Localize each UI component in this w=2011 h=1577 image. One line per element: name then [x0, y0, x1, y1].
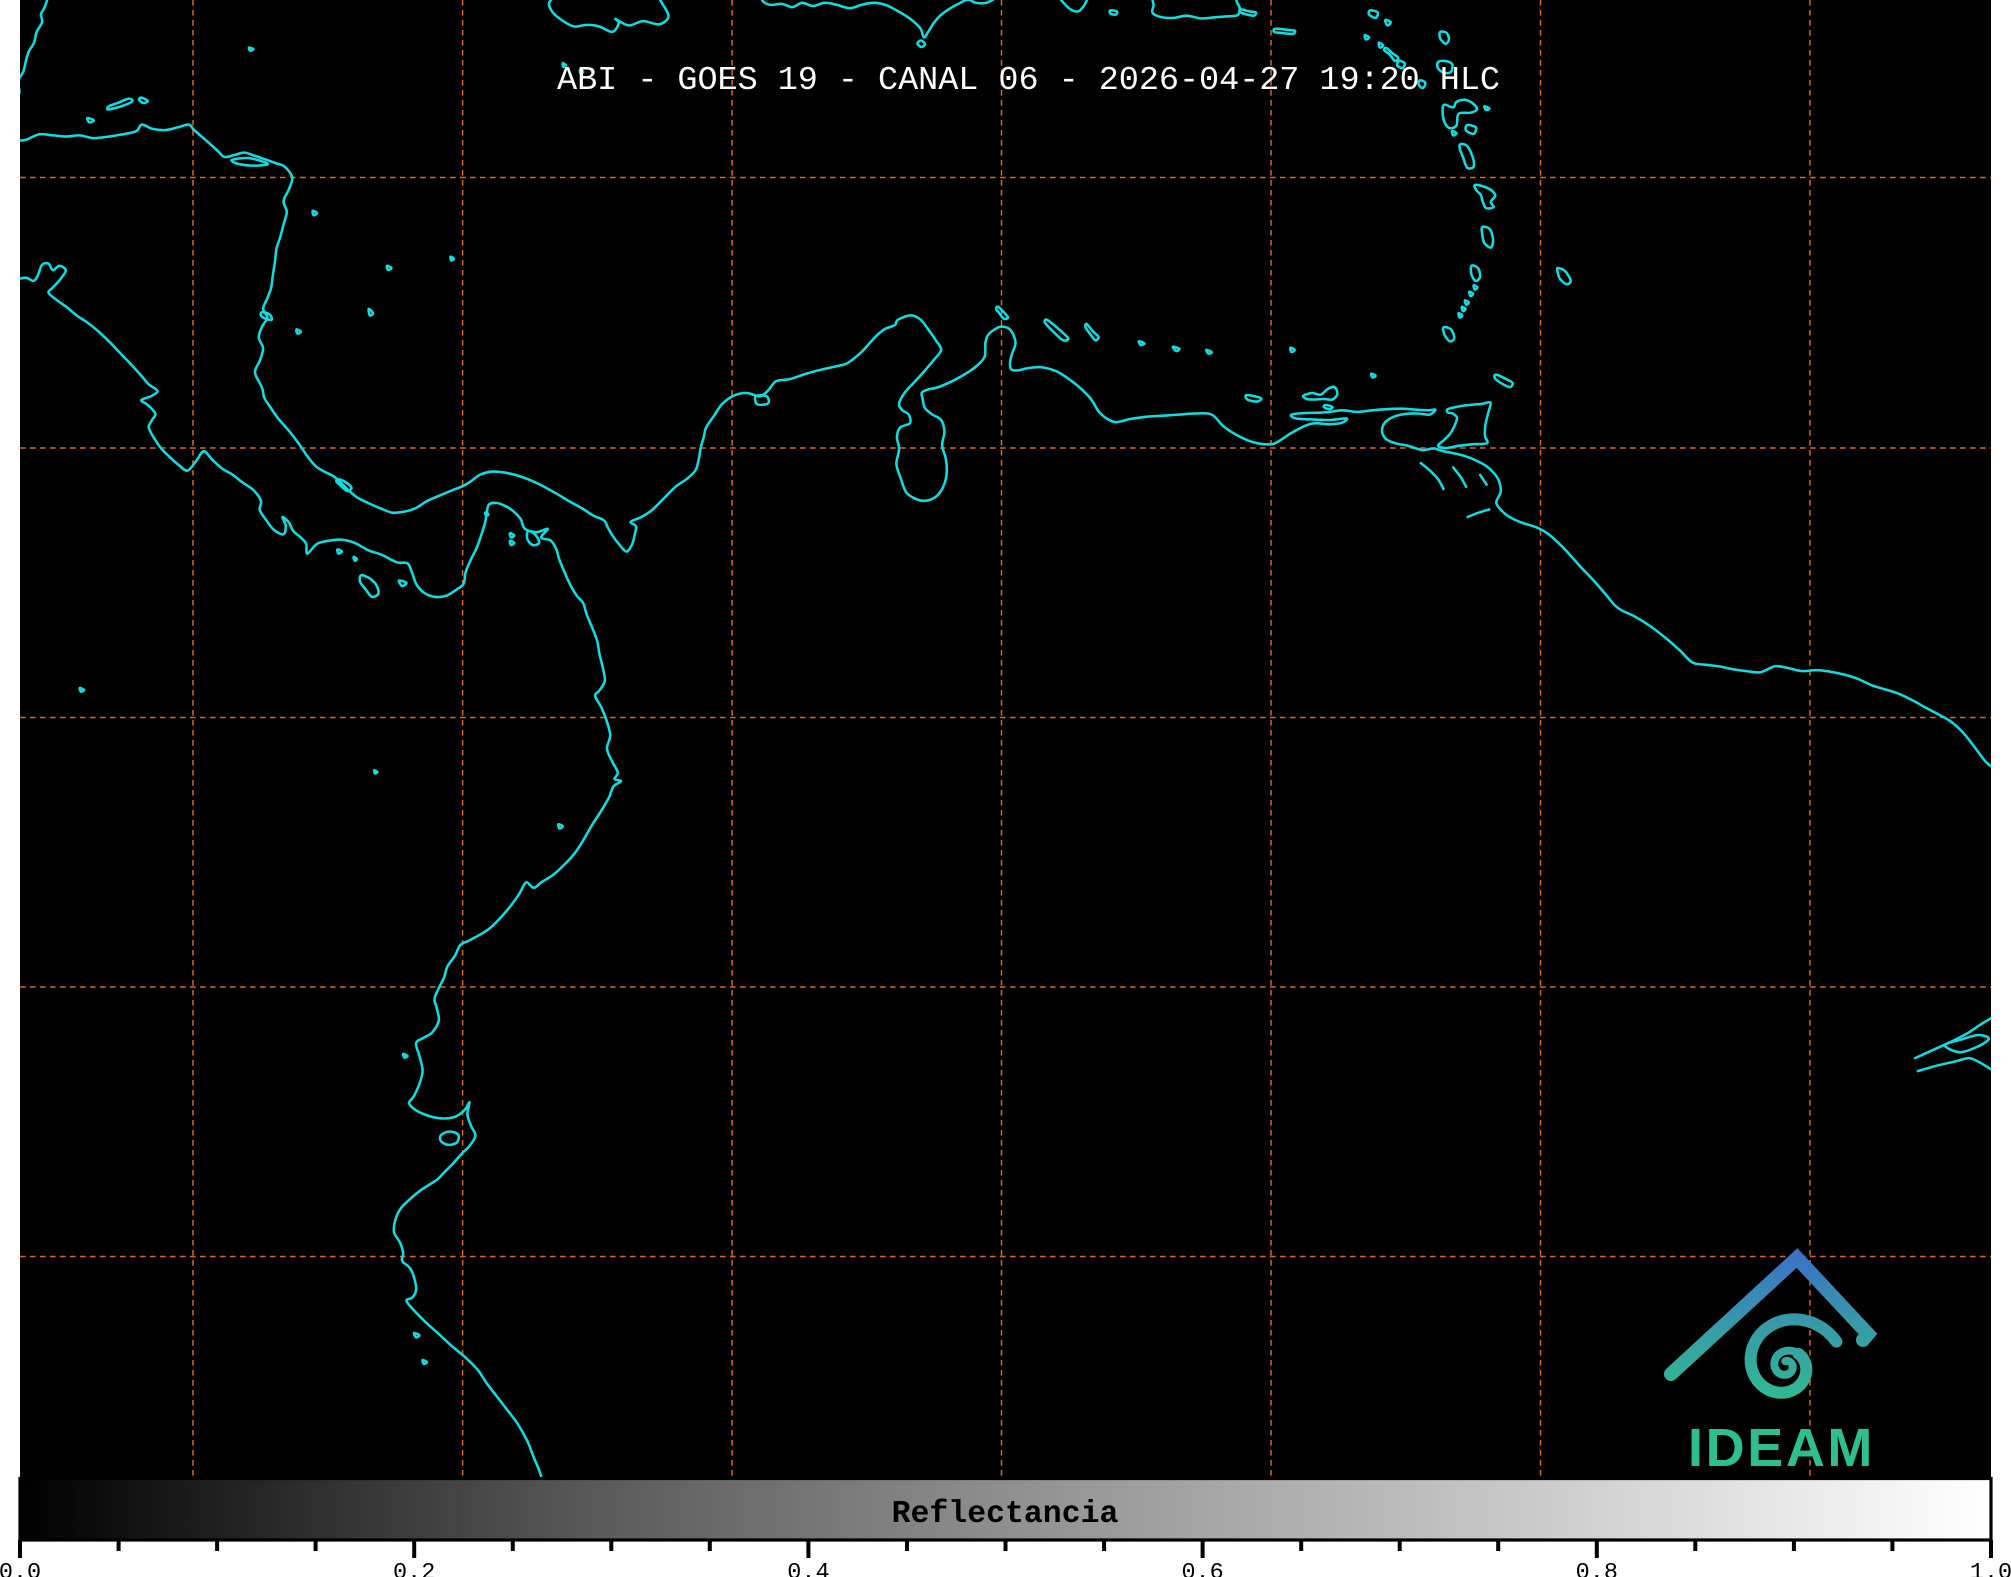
- svg-text:0.8: 0.8: [1576, 1560, 1618, 1577]
- svg-text:Reflectancia: Reflectancia: [892, 1497, 1119, 1532]
- svg-text:ABI - GOES 19 - CANAL 06 - 202: ABI - GOES 19 - CANAL 06 - 2026-04-27 19…: [557, 62, 1500, 100]
- svg-text:IDEAM: IDEAM: [1688, 1418, 1875, 1478]
- svg-text:0.2: 0.2: [393, 1560, 435, 1577]
- svg-text:0.0: 0.0: [0, 1560, 41, 1577]
- svg-text:0.4: 0.4: [787, 1560, 829, 1577]
- svg-text:1.0: 1.0: [1970, 1560, 2011, 1577]
- svg-text:0.6: 0.6: [1181, 1560, 1223, 1577]
